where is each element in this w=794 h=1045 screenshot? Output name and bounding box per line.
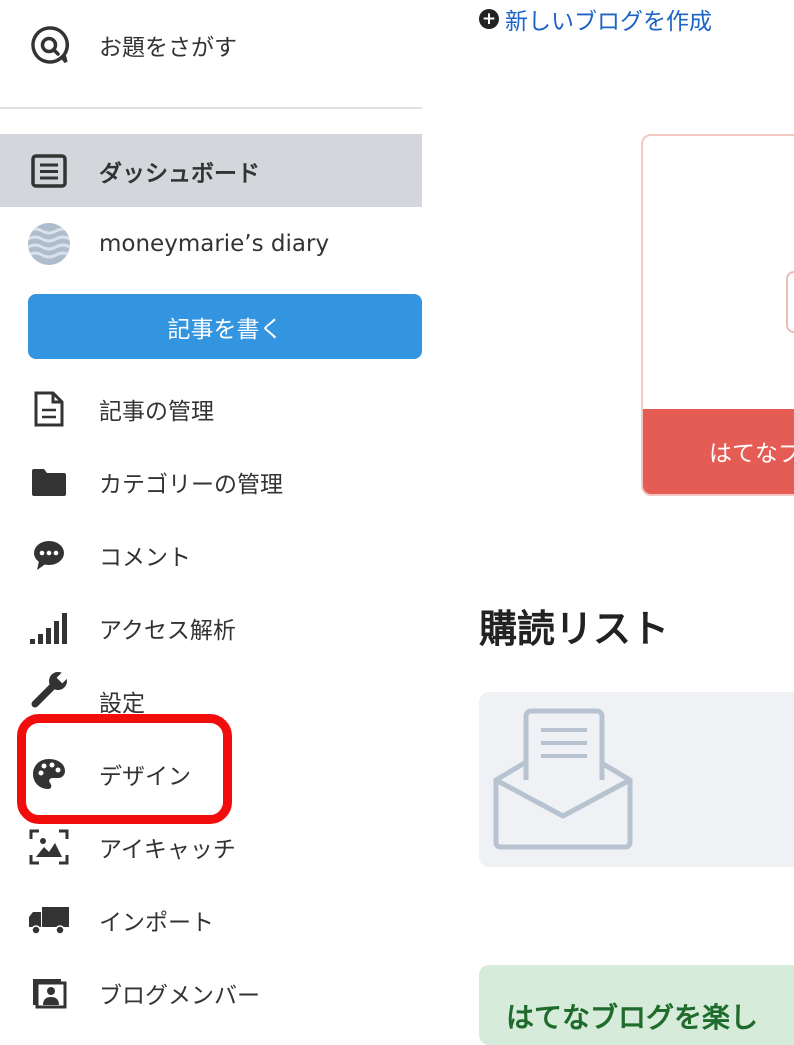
search-speech-icon — [28, 24, 70, 66]
wrench-icon — [28, 669, 70, 711]
sidebar-item-import[interactable]: インポート — [0, 884, 422, 956]
sidebar-item-articles[interactable]: 記事の管理 — [0, 373, 422, 445]
highlight-annotation — [17, 714, 232, 824]
new-blog-link[interactable]: + 新しいブログを作成 — [479, 2, 712, 36]
sidebar-item-comments[interactable]: コメント — [0, 519, 422, 591]
promo-card: はてなブ — [641, 134, 794, 496]
write-article-button[interactable]: 記事を書く — [28, 294, 422, 359]
sidebar-item-label: 記事の管理 — [99, 399, 214, 425]
sidebar-item-label: コメント — [99, 545, 191, 571]
promo-banner[interactable]: はてなブ — [643, 409, 794, 494]
plus-circle-icon: + — [479, 9, 499, 29]
sidebar-item-blog[interactable]: moneymarie’s diary — [0, 208, 422, 280]
subscription-empty-card — [479, 692, 794, 867]
sidebar-item-label: インポート — [99, 910, 214, 936]
promo-inner-box — [786, 271, 794, 333]
subscription-list-title: 購読リスト — [479, 607, 670, 651]
new-blog-label: 新しいブログを作成 — [505, 9, 712, 35]
sidebar-item-categories[interactable]: カテゴリーの管理 — [0, 446, 422, 518]
sidebar-item-label: アクセス解析 — [99, 618, 236, 644]
comment-icon — [28, 534, 70, 576]
truck-icon — [28, 899, 70, 941]
signal-bars-icon — [28, 607, 70, 649]
sidebar-item-label: ダッシュボード — [99, 160, 260, 187]
member-icon — [28, 972, 70, 1014]
document-icon — [28, 388, 70, 430]
eyecatch-image-icon — [28, 826, 70, 868]
sidebar-item-label: アイキャッチ — [99, 837, 236, 863]
sidebar-item-dashboard[interactable]: ダッシュボード — [0, 134, 422, 207]
envelope-letter-icon — [493, 708, 633, 854]
sidebar-item-label: お題をさがす — [99, 35, 237, 61]
enjoy-blog-text: はてなブログを楽し — [506, 1001, 759, 1034]
dashboard-icon — [28, 150, 70, 192]
folder-icon — [28, 461, 70, 503]
sidebar-item-search-topics[interactable]: お題をさがす — [0, 9, 422, 81]
sidebar-item-label: ブログメンバー — [99, 983, 260, 1009]
sidebar-item-analytics[interactable]: アクセス解析 — [0, 592, 422, 664]
sidebar-item-label: 設定 — [99, 691, 145, 717]
promo-banner-text: はてなブ — [709, 441, 794, 467]
sidebar-item-label: カテゴリーの管理 — [99, 472, 283, 498]
blog-avatar — [28, 223, 70, 265]
enjoy-blog-card: はてなブログを楽し — [479, 965, 794, 1045]
sidebar-divider — [0, 107, 422, 109]
blog-name: moneymarie’s diary — [99, 231, 330, 257]
sidebar-item-members[interactable]: ブログメンバー — [0, 957, 422, 1029]
